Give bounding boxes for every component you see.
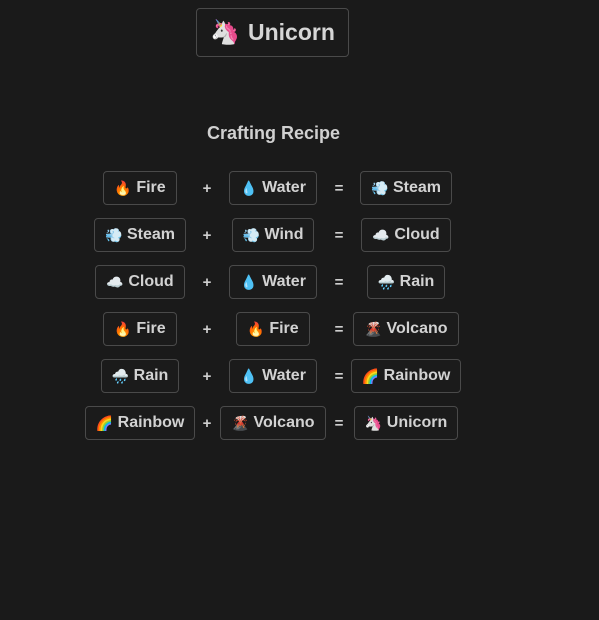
volcano-icon: 🌋 (231, 415, 249, 431)
recipe-row: ☁️ Cloud + 💧 Water = 🌧️ Rain (0, 265, 599, 299)
recipe-row: 🌈 Rainbow + 🌋 Volcano = 🦄 Unicorn (0, 406, 599, 440)
item-water[interactable]: 💧 Water (229, 265, 317, 299)
item-volcano[interactable]: 🌋 Volcano (353, 312, 459, 346)
water-drop-icon: 💧 (240, 180, 258, 196)
item-rainbow[interactable]: 🌈 Rainbow (350, 359, 462, 393)
item-label: Fire (269, 320, 299, 337)
crafting-page: 🦄 Unicorn Crafting Recipe 🔥 Fire + 💧 Water = 💨… (0, 0, 599, 620)
item-label: Wind (264, 226, 304, 243)
item-label: Rainbow (117, 414, 185, 431)
item-label: Water (262, 273, 306, 290)
item-label: Volcano (253, 414, 315, 431)
recipe-title: Crafting Recipe (206, 123, 341, 143)
rainbow-icon: 🌈 (361, 368, 380, 384)
item-cloud[interactable]: ☁️ Cloud (361, 218, 451, 252)
item-label: Rain (399, 273, 435, 290)
item-label: Steam (126, 226, 176, 243)
right-cell: ☁️ Cloud (326, 218, 486, 252)
volcano-icon: 🌋 (364, 321, 382, 337)
item-label: Rain (133, 367, 169, 384)
right-cell: 🌋 Volcano (326, 312, 486, 346)
item-steam[interactable]: 💨 Steam (359, 171, 453, 205)
item-label: Rainbow (383, 367, 451, 384)
item-label: Fire (136, 320, 166, 337)
item-cloud[interactable]: ☁️ Cloud (95, 265, 185, 299)
cloud-icon: ☁️ (106, 274, 124, 290)
unicorn-icon: 🦄 (364, 415, 383, 431)
item-label: Water (262, 179, 306, 196)
fire-icon: 🔥 (114, 180, 132, 196)
item-label: Fire (136, 179, 166, 196)
item-water[interactable]: 💧 Water (229, 359, 317, 393)
item-rain[interactable]: 🌧️ Rain (100, 359, 180, 393)
recipe-row: 🔥 Fire + 🔥 Fire = 🌋 Volcano (0, 312, 599, 346)
right-cell: 💨 Steam (326, 171, 486, 205)
water-drop-icon: 💧 (240, 368, 258, 384)
item-fire[interactable]: 🔥 Fire (236, 312, 310, 346)
item-wind[interactable]: 💨 Wind (231, 218, 315, 252)
item-label: Cloud (128, 273, 174, 290)
item-label: Volcano (386, 320, 448, 337)
wind-icon: 💨 (242, 227, 260, 243)
right-cell: 🦄 Unicorn (326, 406, 486, 440)
item-volcano[interactable]: 🌋 Volcano (220, 406, 326, 440)
item-label: Water (262, 367, 306, 384)
recipe-row: 🌧️ Rain + 💧 Water = 🌈 Rainbow (0, 359, 599, 393)
rain-cloud-icon: 🌧️ (111, 368, 130, 384)
result-item-header[interactable]: 🦄 Unicorn (196, 8, 349, 57)
steam-icon: 💨 (370, 180, 389, 196)
item-water[interactable]: 💧 Water (229, 171, 317, 205)
item-fire[interactable]: 🔥 Fire (103, 312, 177, 346)
item-rain[interactable]: 🌧️ Rain (366, 265, 446, 299)
item-fire[interactable]: 🔥 Fire (103, 171, 177, 205)
rain-cloud-icon: 🌧️ (377, 274, 396, 290)
fire-icon: 🔥 (247, 321, 265, 337)
recipe-row: 💨 Steam + 💨 Wind = ☁️ Cloud (0, 218, 599, 252)
water-drop-icon: 💧 (240, 274, 258, 290)
unicorn-icon: 🦄 (210, 18, 240, 46)
item-rainbow[interactable]: 🌈 Rainbow (84, 406, 196, 440)
fire-icon: 🔥 (114, 321, 132, 337)
item-steam[interactable]: 💨 Steam (93, 218, 187, 252)
right-cell: 🌈 Rainbow (326, 359, 486, 393)
right-cell: 🌧️ Rain (326, 265, 486, 299)
item-label: Unicorn (386, 414, 448, 431)
rainbow-icon: 🌈 (95, 415, 114, 431)
item-label: Steam (392, 179, 442, 196)
steam-icon: 💨 (104, 227, 123, 243)
result-item-label: Unicorn (248, 19, 335, 45)
recipe-row: 🔥 Fire + 💧 Water = 💨 Steam (0, 171, 599, 205)
item-label: Cloud (394, 226, 440, 243)
item-unicorn[interactable]: 🦄 Unicorn (353, 406, 459, 440)
cloud-icon: ☁️ (372, 227, 390, 243)
